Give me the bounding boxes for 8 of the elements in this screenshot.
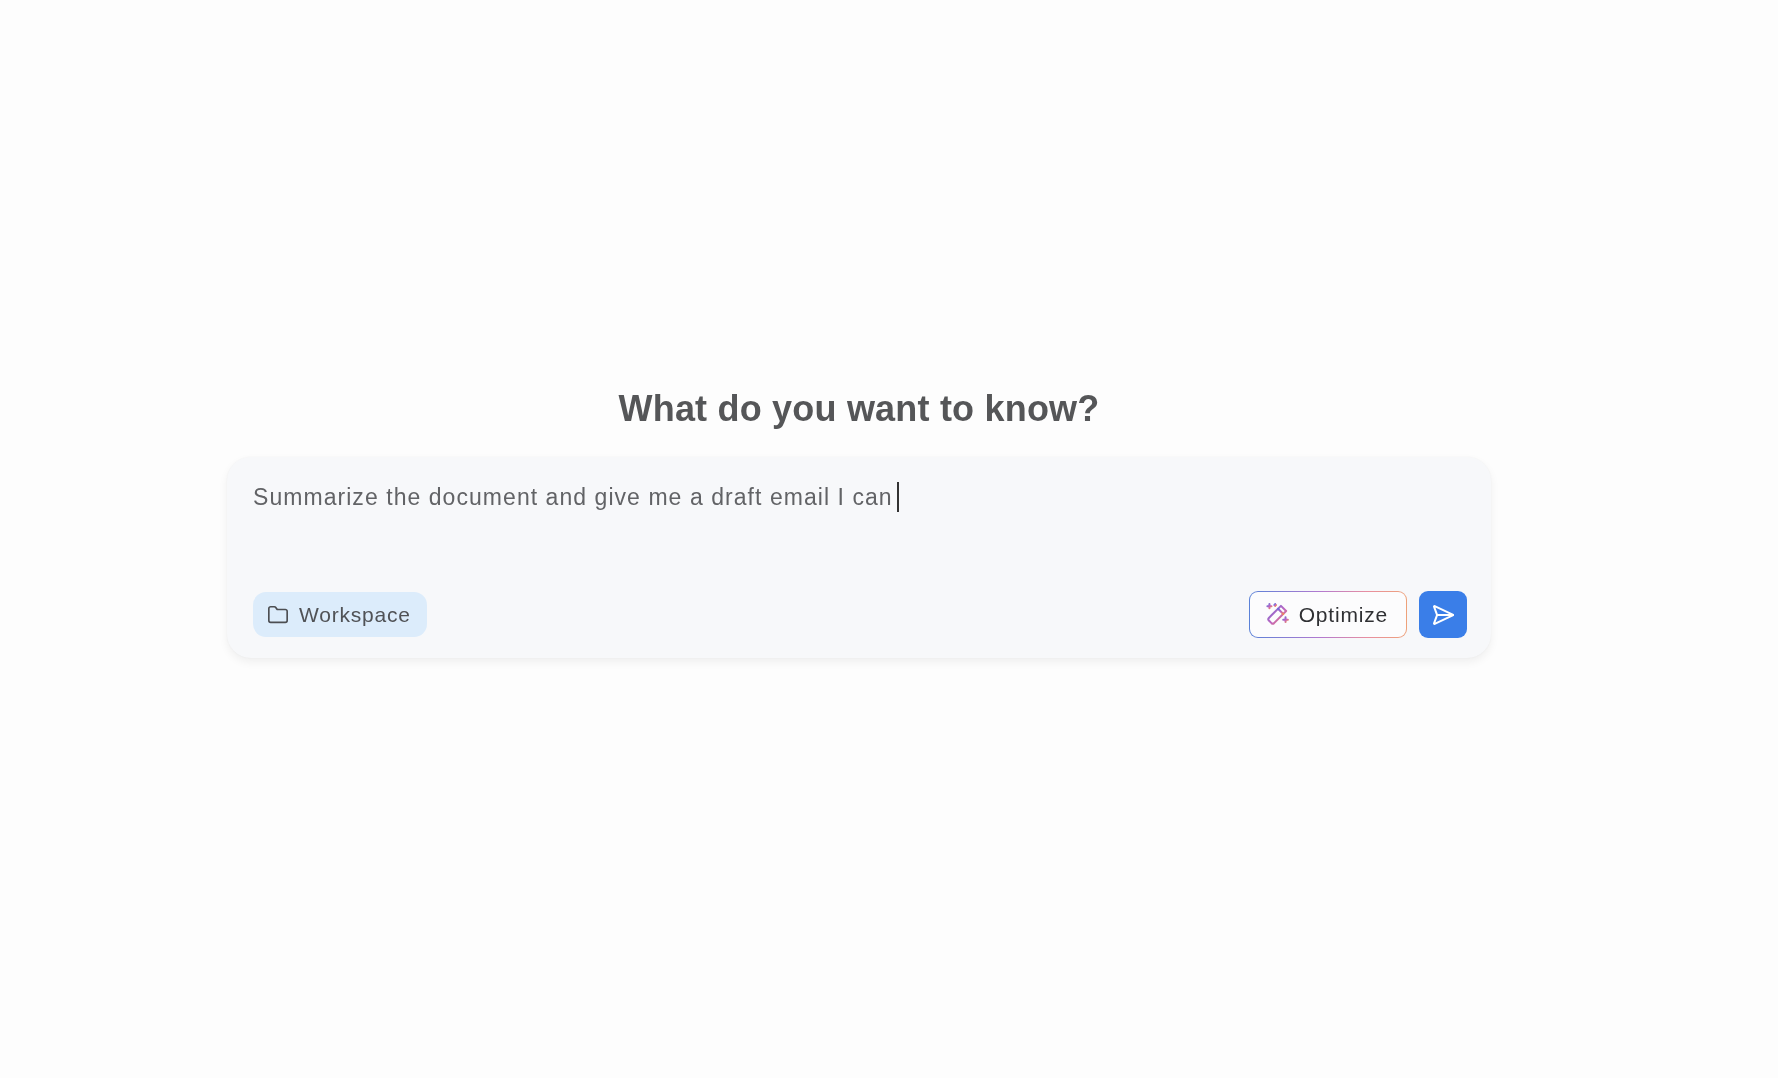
page-heading: What do you want to know?	[618, 387, 1100, 431]
send-button[interactable]	[1419, 591, 1467, 638]
optimize-button[interactable]: Optimize	[1248, 591, 1407, 638]
workspace-button[interactable]: Workspace	[253, 592, 427, 637]
folder-icon	[267, 603, 289, 626]
magic-wand-sparkles-icon	[1265, 603, 1289, 626]
send-icon	[1431, 602, 1455, 627]
prompt-input[interactable]: Summarize the document and give me a draft email I can	[253, 482, 1467, 570]
